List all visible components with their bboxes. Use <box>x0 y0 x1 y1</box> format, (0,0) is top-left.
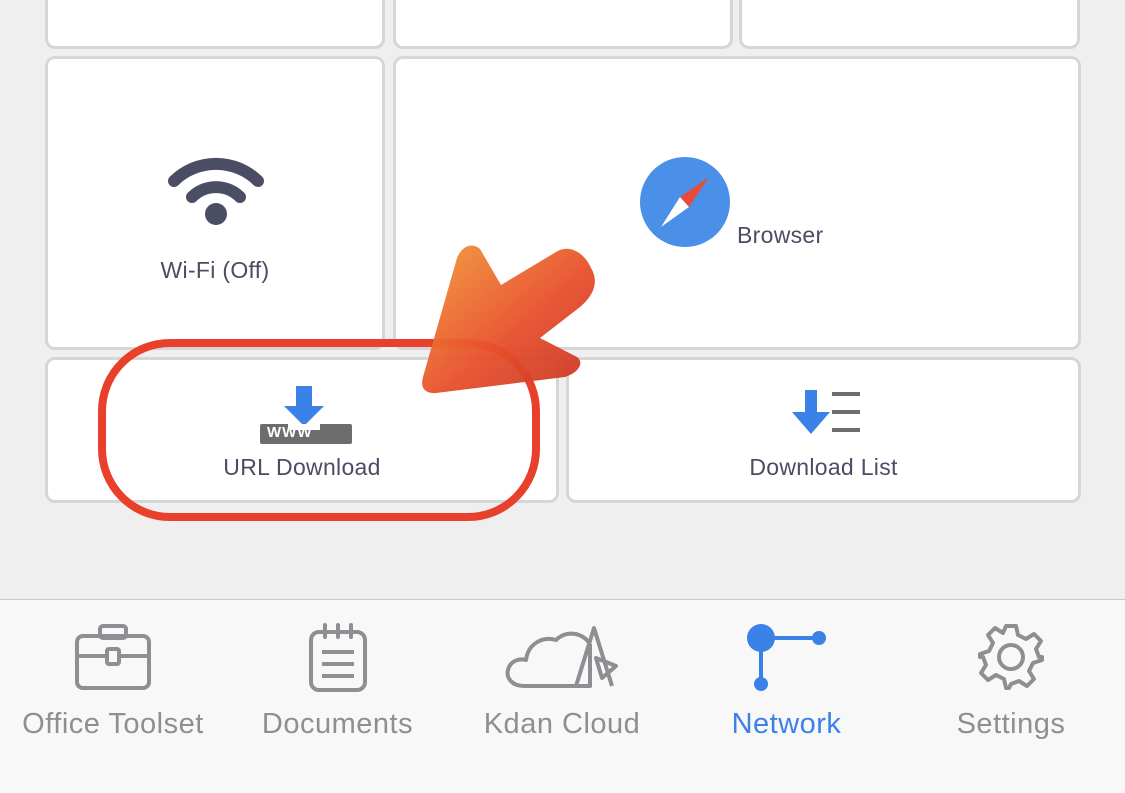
tab-office-toolset[interactable]: Office Toolset <box>1 600 225 793</box>
top-tile-1[interactable] <box>45 0 385 49</box>
tab-settings[interactable]: Settings <box>899 600 1123 793</box>
top-tile-3[interactable] <box>739 0 1080 49</box>
browser-label: Browser <box>737 222 824 248</box>
tab-bar: Office Toolset Documents Kdan Cloud Netw… <box>0 599 1125 793</box>
tab-label-settings: Settings <box>956 708 1066 740</box>
tab-kdan-cloud[interactable]: Kdan Cloud <box>450 600 674 793</box>
top-tile-2[interactable] <box>393 0 733 49</box>
cloud-icon <box>505 626 618 688</box>
toolbox-icon <box>75 624 151 690</box>
network-icon <box>746 624 826 691</box>
tab-network[interactable]: Network <box>674 600 899 793</box>
download-list-label: Download List <box>749 454 898 480</box>
notepad-icon <box>308 623 367 692</box>
wifi-label: Wi-Fi (Off) <box>160 257 270 283</box>
wifi-tile[interactable]: Wi-Fi (Off) <box>45 56 385 350</box>
wifi-icon <box>168 157 264 225</box>
download-list-icon <box>792 390 860 434</box>
browser-tile[interactable]: Browser <box>393 56 1081 350</box>
download-list-tile[interactable]: Download List <box>566 357 1081 503</box>
url-download-label: URL Download <box>223 454 381 480</box>
compass-icon <box>640 157 730 247</box>
gear-icon <box>978 624 1044 690</box>
url-download-icon-text: WWW <box>267 424 313 441</box>
url-download-tile[interactable]: WWW URL Download <box>45 357 559 503</box>
tab-documents[interactable]: Documents <box>225 600 450 793</box>
